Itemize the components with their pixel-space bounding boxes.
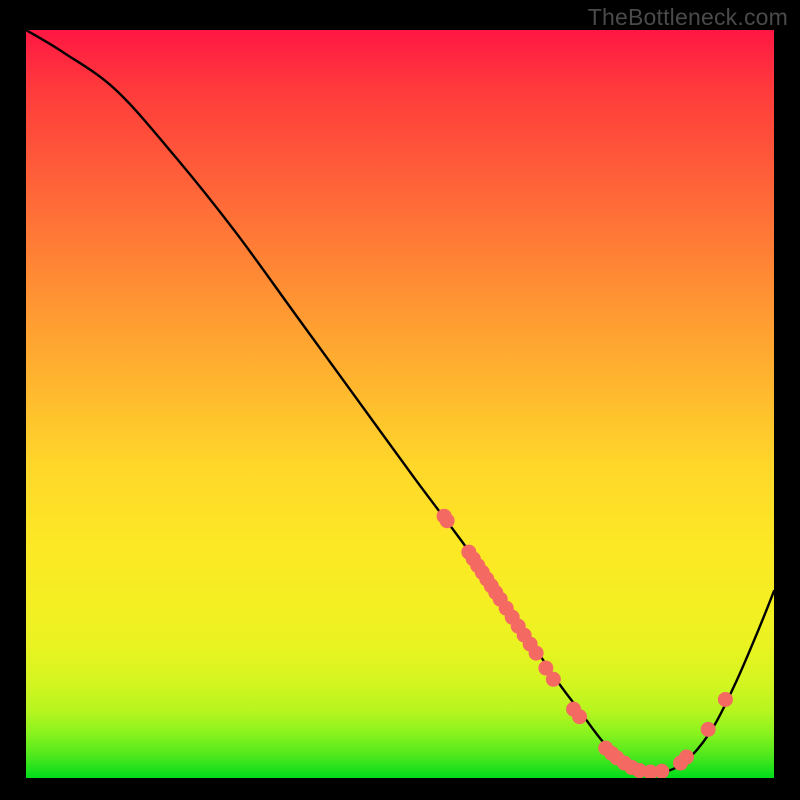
scatter-dots-group bbox=[437, 509, 733, 778]
bottleneck-chart-svg bbox=[26, 30, 774, 778]
scatter-dot bbox=[529, 646, 544, 661]
scatter-dot bbox=[572, 709, 587, 724]
scatter-dot bbox=[718, 692, 733, 707]
bottleneck-curve bbox=[26, 30, 774, 772]
scatter-dot bbox=[701, 722, 716, 737]
scatter-dot bbox=[440, 513, 455, 528]
chart-area bbox=[26, 30, 774, 778]
scatter-dot bbox=[546, 672, 561, 687]
scatter-dot bbox=[679, 750, 694, 765]
watermark-text: TheBottleneck.com bbox=[588, 4, 788, 31]
scatter-dot bbox=[654, 764, 669, 778]
